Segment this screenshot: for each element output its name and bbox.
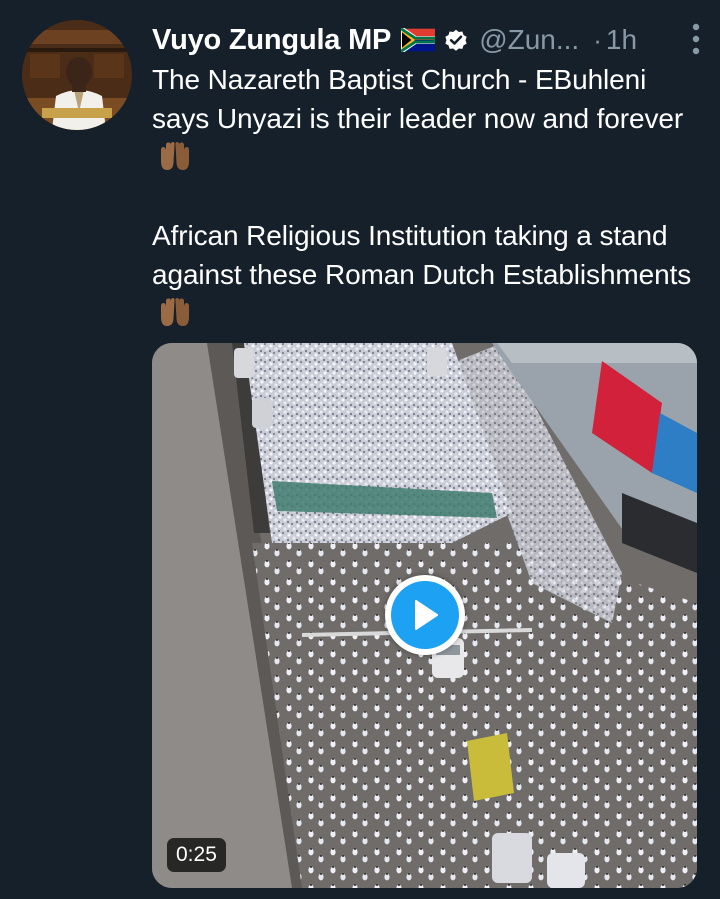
video-duration-badge: 0:25 — [167, 838, 226, 872]
tweet-paragraph-2-text: African Religious Institution taking a s… — [152, 220, 692, 290]
raising-hands-emoji-icon — [161, 142, 189, 170]
vertical-ellipsis-icon[interactable] — [691, 22, 701, 56]
tweet-card[interactable]: Vuyo Zungula MP @Zun... · 1h The Nazaret… — [0, 0, 720, 899]
avatar-photo — [22, 20, 132, 130]
tweet-timestamp[interactable]: 1h — [606, 24, 637, 56]
author-handle[interactable]: @Zun... — [479, 24, 579, 56]
raising-hands-emoji-icon — [161, 298, 189, 326]
play-button[interactable] — [385, 575, 465, 655]
meta-separator: · — [593, 24, 602, 55]
tweet-header: Vuyo Zungula MP @Zun... · 1h — [152, 18, 700, 62]
play-icon — [415, 600, 438, 630]
tweet-paragraph-2: African Religious Institution taking a s… — [152, 216, 702, 333]
south-africa-flag-icon — [401, 28, 436, 52]
tweet-paragraph-1: The Nazareth Baptist Church - EBuhleni s… — [152, 60, 702, 177]
tweet-text: The Nazareth Baptist Church - EBuhleni s… — [152, 60, 702, 333]
author-avatar[interactable] — [22, 20, 132, 130]
verified-badge-icon — [445, 29, 467, 51]
play-button-inner — [391, 581, 459, 649]
video-player[interactable]: 0:25 — [152, 343, 697, 888]
author-display-name[interactable]: Vuyo Zungula MP — [152, 24, 391, 57]
tweet-paragraph-1-text: The Nazareth Baptist Church - EBuhleni s… — [152, 64, 684, 134]
